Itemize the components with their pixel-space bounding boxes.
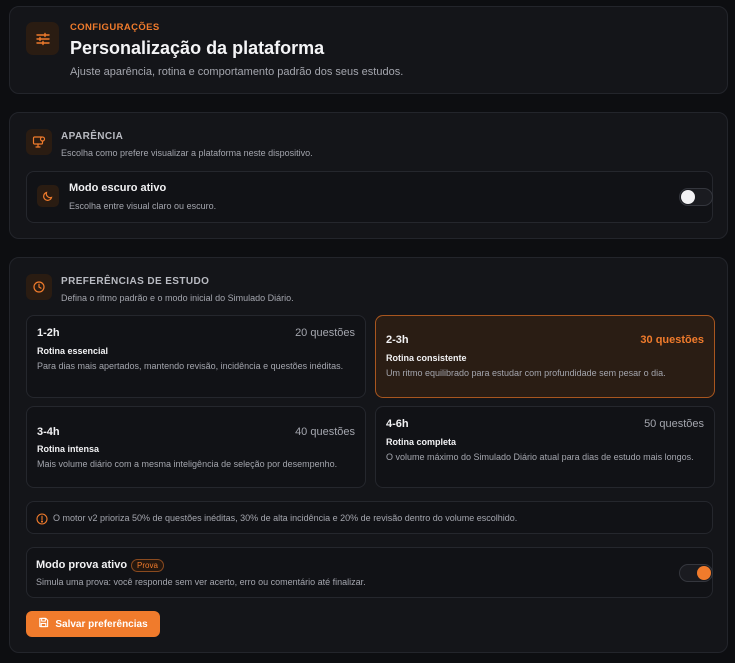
exam-mode-toggle[interactable] — [679, 564, 713, 582]
option-range: 1-2h — [37, 327, 60, 339]
study-title: PREFERÊNCIAS DE ESTUDO — [61, 276, 210, 287]
dark-mode-label: Modo escuro ativo — [69, 182, 167, 194]
page-subtitle: Ajuste aparência, rotina e comportamento… — [70, 66, 404, 78]
exam-mode-setting: Modo prova ativo Prova Simula uma prova:… — [26, 547, 713, 598]
info-icon — [36, 512, 48, 530]
study-option-2-3h[interactable]: 2-3h 30 questões Rotina consistente Um r… — [375, 315, 715, 398]
study-option-1-2h[interactable]: 1-2h 20 questões Rotina essencial Para d… — [26, 315, 366, 398]
option-description: O volume máximo do Simulado Diário atual… — [386, 452, 694, 462]
study-option-3-4h[interactable]: 3-4h 40 questões Rotina intensa Mais vol… — [26, 406, 366, 488]
exam-mode-badge: Prova — [131, 559, 164, 572]
option-range: 3-4h — [37, 426, 60, 438]
option-description: Para dias mais apertados, mantendo revis… — [37, 361, 344, 371]
option-description: Mais volume diário com a mesma inteligên… — [37, 459, 338, 469]
save-icon — [38, 617, 49, 631]
sliders-icon — [26, 22, 59, 55]
study-option-4-6h[interactable]: 4-6h 50 questões Rotina completa O volum… — [375, 406, 715, 488]
toggle-knob — [697, 566, 711, 580]
option-name: Rotina essencial — [37, 346, 109, 356]
monitor-settings-icon — [26, 129, 52, 155]
moon-icon — [37, 185, 59, 207]
option-range: 4-6h — [386, 418, 409, 430]
option-name: Rotina consistente — [386, 353, 467, 363]
engine-info-text: O motor v2 prioriza 50% de questões inéd… — [53, 513, 518, 523]
dark-mode-setting: Modo escuro ativo Escolha entre visual c… — [26, 171, 713, 223]
header-card: CONFIGURAÇÕES Personalização da platafor… — [9, 6, 728, 94]
engine-info-note: O motor v2 prioriza 50% de questões inéd… — [26, 501, 713, 534]
option-description: Um ritmo equilibrado para estudar com pr… — [386, 368, 666, 378]
appearance-description: Escolha como prefere visualizar a plataf… — [61, 148, 313, 158]
page-title: Personalização da plataforma — [70, 38, 325, 58]
option-question-count: 50 questões — [644, 418, 704, 430]
dark-mode-toggle[interactable] — [679, 188, 713, 206]
clock-icon — [26, 274, 52, 300]
appearance-section: APARÊNCIA Escolha como prefere visualiza… — [9, 112, 728, 239]
option-range: 2-3h — [386, 334, 409, 346]
page-eyebrow: CONFIGURAÇÕES — [70, 22, 160, 33]
appearance-title: APARÊNCIA — [61, 131, 124, 142]
save-preferences-button[interactable]: Salvar preferências — [26, 611, 160, 637]
study-description: Defina o ritmo padrão e o modo inicial d… — [61, 293, 294, 303]
exam-mode-description: Simula uma prova: você responde sem ver … — [36, 577, 366, 587]
option-question-count: 20 questões — [295, 327, 355, 339]
option-question-count: 30 questões — [640, 334, 704, 346]
option-question-count: 40 questões — [295, 426, 355, 438]
exam-mode-label: Modo prova ativo — [36, 559, 128, 571]
dark-mode-description: Escolha entre visual claro ou escuro. — [69, 201, 217, 211]
save-button-label: Salvar preferências — [55, 618, 148, 630]
option-name: Rotina completa — [386, 437, 457, 447]
option-name: Rotina intensa — [37, 444, 100, 454]
study-preferences-section: PREFERÊNCIAS DE ESTUDO Defina o ritmo pa… — [9, 257, 728, 653]
toggle-knob — [681, 190, 695, 204]
